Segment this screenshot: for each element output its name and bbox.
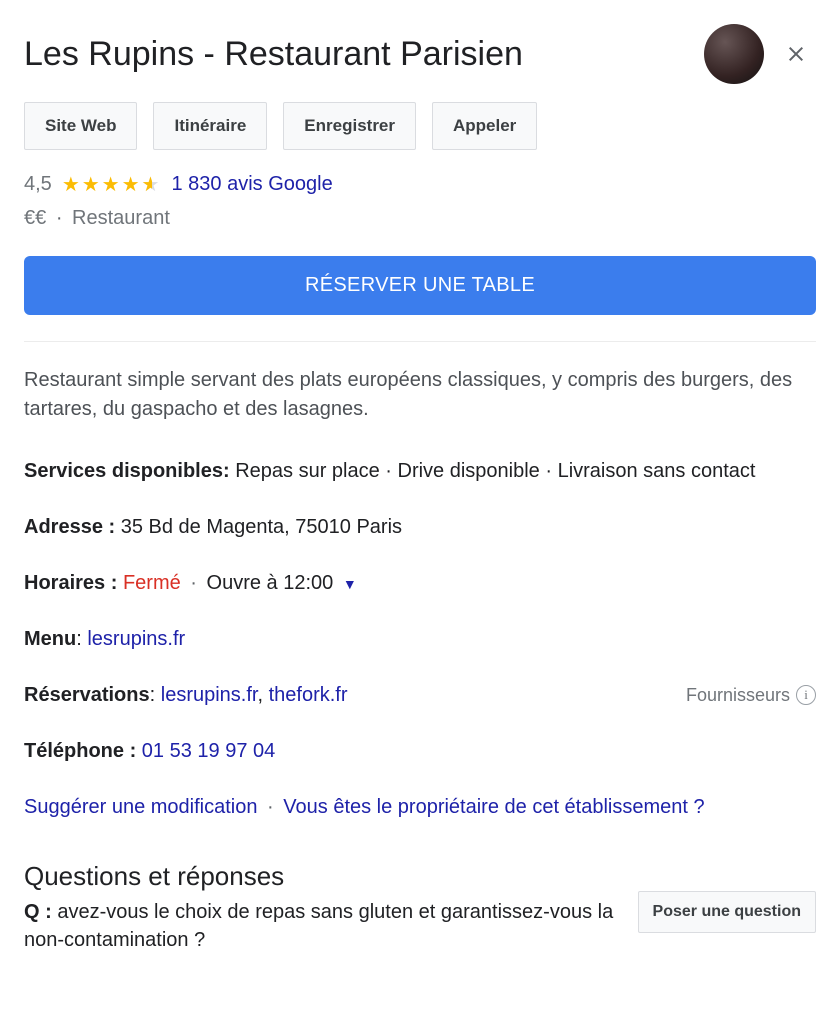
menu-row: Menu: lesrupins.fr (24, 624, 816, 654)
hours-row[interactable]: Horaires : Fermé · Ouvre à 12:00 ▼ (24, 568, 816, 598)
reservations-link-1[interactable]: lesrupins.fr (161, 684, 258, 706)
hours-status: Fermé (123, 572, 181, 594)
menu-colon: : (76, 628, 82, 650)
close-icon (784, 42, 808, 66)
website-button[interactable]: Site Web (24, 102, 137, 150)
category-label: Restaurant (72, 207, 170, 229)
phone-number-link[interactable]: 01 53 19 97 04 (142, 740, 275, 762)
reserve-table-button[interactable]: RÉSERVER UNE TABLE (24, 256, 816, 315)
suggest-edit-link[interactable]: Suggérer une modification (24, 796, 257, 818)
price-level: €€ (24, 207, 46, 229)
close-button[interactable] (776, 34, 816, 74)
business-description: Restaurant simple servant des plats euro… (24, 366, 816, 424)
modify-row: Suggérer une modification · Vous êtes le… (24, 796, 816, 819)
ask-question-button[interactable]: Poser une question (638, 891, 816, 933)
reservations-link-2[interactable]: thefork.fr (269, 684, 348, 706)
owner-link[interactable]: Vous êtes le propriétaire de cet établis… (283, 796, 704, 818)
services-value: Repas sur place · Drive disponible · Liv… (235, 460, 755, 482)
rating-stars-icon: ★★★★★★ (62, 172, 162, 197)
directions-button[interactable]: Itinéraire (153, 102, 267, 150)
services-label: Services disponibles: (24, 460, 230, 482)
address-label: Adresse : (24, 516, 115, 538)
price-category-row: €€ · Restaurant (24, 207, 816, 230)
divider (24, 341, 816, 342)
business-photo-thumbnail[interactable] (704, 24, 764, 84)
rating-row: 4,5 ★★★★★★ 1 830 avis Google (24, 172, 816, 197)
chevron-down-icon: ▼ (343, 576, 357, 592)
address-row: Adresse : 35 Bd de Magenta, 75010 Paris (24, 512, 816, 542)
reviews-link[interactable]: 1 830 avis Google (171, 173, 332, 196)
business-title: Les Rupins - Restaurant Parisien (24, 33, 692, 76)
hours-opens: Ouvre à 12:00 (207, 572, 334, 594)
phone-row: Téléphone : 01 53 19 97 04 (24, 736, 816, 766)
call-button[interactable]: Appeler (432, 102, 537, 150)
info-icon: i (796, 685, 816, 705)
reservations-label: Réservations (24, 684, 150, 706)
phone-label: Téléphone : (24, 740, 136, 762)
separator: · (186, 572, 201, 594)
menu-link[interactable]: lesrupins.fr (87, 628, 185, 650)
providers-label: Fournisseurs (686, 682, 790, 709)
separator: · (52, 207, 67, 229)
action-button-row: Site Web Itinéraire Enregistrer Appeler (24, 102, 816, 150)
menu-label: Menu (24, 628, 76, 650)
qa-section: Questions et réponses Q : avez-vous le c… (24, 861, 816, 954)
rating-score: 4,5 (24, 173, 52, 196)
hours-label: Horaires : (24, 572, 117, 594)
save-button[interactable]: Enregistrer (283, 102, 416, 150)
reservations-colon: : (150, 684, 156, 706)
qa-question-text: avez-vous le choix de repas sans gluten … (24, 901, 613, 951)
providers-info[interactable]: Fournisseurs i (686, 682, 816, 709)
services-row: Services disponibles: Repas sur place · … (24, 456, 816, 486)
separator: · (263, 796, 278, 818)
reservations-row: Réservations: lesrupins.fr, thefork.fr F… (24, 680, 816, 710)
qa-heading: Questions et réponses (24, 861, 622, 892)
reservations-comma: , (257, 684, 268, 706)
address-value: 35 Bd de Magenta, 75010 Paris (121, 516, 402, 538)
qa-q-prefix: Q : (24, 901, 52, 923)
